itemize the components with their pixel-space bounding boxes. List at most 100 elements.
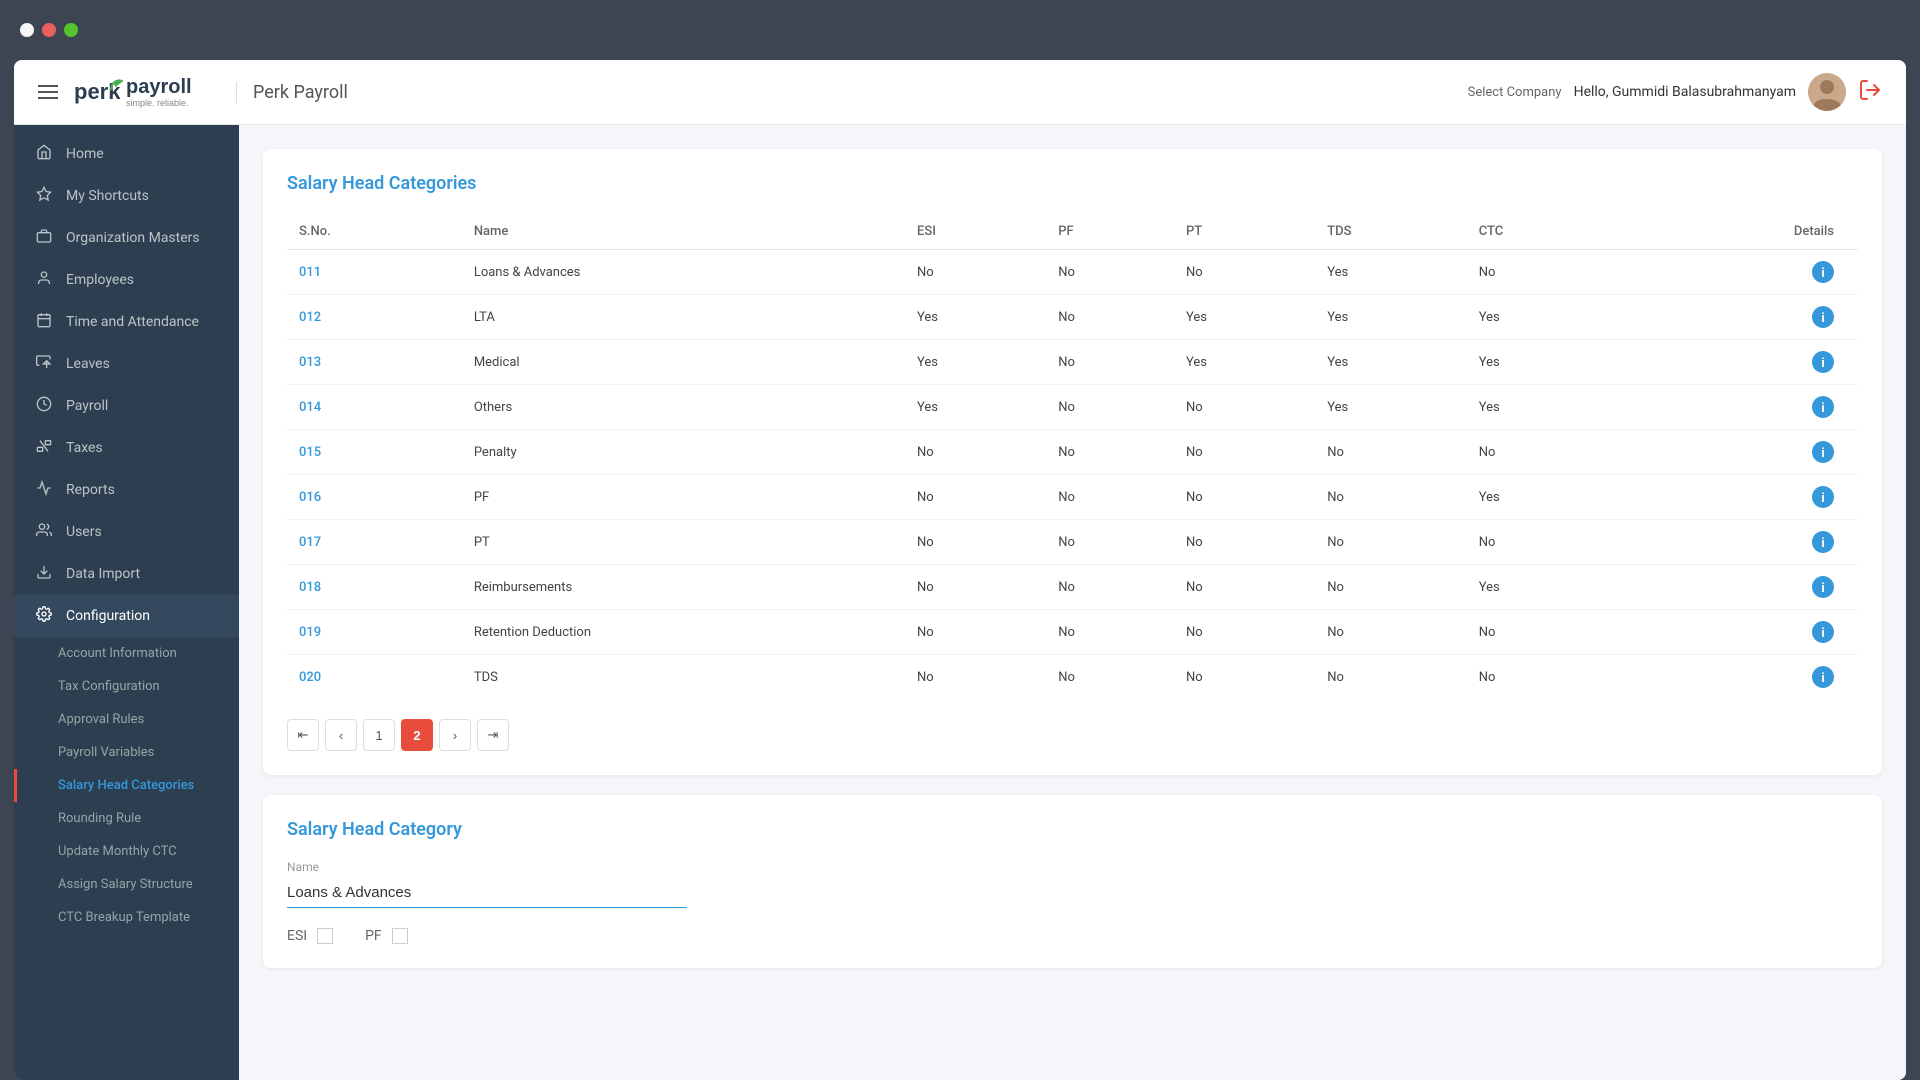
cell-pf: No bbox=[1046, 610, 1174, 655]
cell-sno: 017 bbox=[287, 520, 462, 565]
sub-item-salary-head-categories[interactable]: Salary Head Categories bbox=[14, 769, 239, 802]
sub-item-approval-rules-label: Approval Rules bbox=[58, 712, 144, 727]
taxes-icon bbox=[34, 438, 54, 458]
app-header: perk payroll simple. reliable. Perk Payr… bbox=[14, 60, 1906, 125]
minimize-window-button[interactable] bbox=[42, 23, 56, 37]
sidebar-item-payroll[interactable]: Payroll bbox=[14, 385, 239, 427]
main-content: Salary Head Categories S.No. Name ESI PF… bbox=[239, 125, 1906, 1080]
sidebar-item-taxes[interactable]: Taxes bbox=[14, 427, 239, 469]
shortcuts-icon bbox=[34, 186, 54, 206]
users-icon bbox=[34, 522, 54, 542]
sidebar-item-shortcuts[interactable]: My Shortcuts bbox=[14, 175, 239, 217]
sub-item-update-monthly-ctc[interactable]: Update Monthly CTC bbox=[14, 835, 239, 868]
details-info-button[interactable]: i bbox=[1812, 351, 1834, 373]
sidebar-item-reports-label: Reports bbox=[66, 482, 115, 498]
cell-pf: No bbox=[1046, 385, 1174, 430]
table-row: 018 Reimbursements No No No No Yes i bbox=[287, 565, 1858, 610]
maximize-window-button[interactable] bbox=[64, 23, 78, 37]
cell-ctc: Yes bbox=[1467, 475, 1619, 520]
sidebar-item-home[interactable]: Home bbox=[14, 133, 239, 175]
details-info-button[interactable]: i bbox=[1812, 261, 1834, 283]
cell-esi: No bbox=[905, 520, 1046, 565]
hamburger-menu[interactable] bbox=[38, 85, 58, 99]
sidebar-item-reports[interactable]: Reports bbox=[14, 469, 239, 511]
sidebar-item-leaves[interactable]: Leaves bbox=[14, 343, 239, 385]
cell-pf: No bbox=[1046, 295, 1174, 340]
cell-details: i bbox=[1619, 250, 1858, 295]
cell-pf: No bbox=[1046, 250, 1174, 295]
sidebar-item-configuration[interactable]: Configuration bbox=[14, 595, 239, 637]
sub-item-tax-config[interactable]: Tax Configuration bbox=[14, 670, 239, 703]
cell-tds: No bbox=[1315, 610, 1467, 655]
cell-sno: 018 bbox=[287, 565, 462, 610]
sidebar-item-users[interactable]: Users bbox=[14, 511, 239, 553]
cell-pt: No bbox=[1174, 430, 1315, 475]
table-row: 014 Others Yes No No Yes Yes i bbox=[287, 385, 1858, 430]
cell-pf: No bbox=[1046, 430, 1174, 475]
last-page-button[interactable]: ⇥ bbox=[477, 719, 509, 751]
cell-esi: No bbox=[905, 430, 1046, 475]
cell-pf: No bbox=[1046, 520, 1174, 565]
cell-sno: 014 bbox=[287, 385, 462, 430]
sub-item-approval-rules[interactable]: Approval Rules bbox=[14, 703, 239, 736]
table-row: 013 Medical Yes No Yes Yes Yes i bbox=[287, 340, 1858, 385]
sub-item-payroll-variables[interactable]: Payroll Variables bbox=[14, 736, 239, 769]
first-page-button[interactable]: ⇤ bbox=[287, 719, 319, 751]
cell-details: i bbox=[1619, 655, 1858, 700]
cell-sno: 011 bbox=[287, 250, 462, 295]
cell-pt: No bbox=[1174, 250, 1315, 295]
pf-checkbox[interactable] bbox=[392, 928, 408, 944]
sidebar-item-data-import[interactable]: Data Import bbox=[14, 553, 239, 595]
payroll-icon bbox=[34, 396, 54, 416]
next-page-button[interactable]: › bbox=[439, 719, 471, 751]
sidebar-item-employees-label: Employees bbox=[66, 272, 134, 288]
avatar[interactable] bbox=[1808, 73, 1846, 111]
name-label: Name bbox=[287, 860, 1858, 874]
app-container: perk payroll simple. reliable. Perk Payr… bbox=[14, 60, 1906, 1080]
details-info-button[interactable]: i bbox=[1812, 531, 1834, 553]
details-info-button[interactable]: i bbox=[1812, 666, 1834, 688]
select-company-label[interactable]: Select Company bbox=[1468, 85, 1562, 100]
cell-pf: No bbox=[1046, 565, 1174, 610]
cell-details: i bbox=[1619, 565, 1858, 610]
sidebar-item-org-masters[interactable]: Organization Masters bbox=[14, 217, 239, 259]
sub-item-rounding-rule[interactable]: Rounding Rule bbox=[14, 802, 239, 835]
details-info-button[interactable]: i bbox=[1812, 621, 1834, 643]
title-bar bbox=[0, 0, 1920, 60]
details-info-button[interactable]: i bbox=[1812, 486, 1834, 508]
cell-esi: Yes bbox=[905, 385, 1046, 430]
page-2-button[interactable]: 2 bbox=[401, 719, 433, 751]
cell-name: Reimbursements bbox=[462, 565, 905, 610]
col-header-sno: S.No. bbox=[287, 214, 462, 250]
esi-checkbox[interactable] bbox=[317, 928, 333, 944]
details-info-button[interactable]: i bbox=[1812, 306, 1834, 328]
cell-name: Loans & Advances bbox=[462, 250, 905, 295]
details-info-button[interactable]: i bbox=[1812, 396, 1834, 418]
cell-pt: No bbox=[1174, 520, 1315, 565]
esi-field: ESI bbox=[287, 928, 333, 944]
cell-ctc: No bbox=[1467, 430, 1619, 475]
prev-page-button[interactable]: ‹ bbox=[325, 719, 357, 751]
sub-item-ctc-breakup-template[interactable]: CTC Breakup Template bbox=[14, 901, 239, 934]
form-section: Name bbox=[287, 860, 1858, 908]
app-body: Home My Shortcuts Organization Masters E… bbox=[14, 125, 1906, 1080]
sub-item-account-info[interactable]: Account Information bbox=[14, 637, 239, 670]
table-row: 017 PT No No No No No i bbox=[287, 520, 1858, 565]
table-row: 020 TDS No No No No No i bbox=[287, 655, 1858, 700]
logout-button[interactable] bbox=[1858, 78, 1882, 107]
sidebar-item-time-attendance[interactable]: Time and Attendance bbox=[14, 301, 239, 343]
col-header-esi: ESI bbox=[905, 214, 1046, 250]
sidebar-item-employees[interactable]: Employees bbox=[14, 259, 239, 301]
close-window-button[interactable] bbox=[20, 23, 34, 37]
header-right: Select Company Hello, Gummidi Balasubrah… bbox=[1468, 73, 1882, 111]
sub-item-assign-salary-structure[interactable]: Assign Salary Structure bbox=[14, 868, 239, 901]
details-info-button[interactable]: i bbox=[1812, 576, 1834, 598]
page-1-button[interactable]: 1 bbox=[363, 719, 395, 751]
org-masters-icon bbox=[34, 228, 54, 248]
details-info-button[interactable]: i bbox=[1812, 441, 1834, 463]
col-header-name: Name bbox=[462, 214, 905, 250]
cell-pt: No bbox=[1174, 385, 1315, 430]
name-input[interactable] bbox=[287, 878, 687, 908]
sidebar-item-taxes-label: Taxes bbox=[66, 440, 103, 456]
sub-item-rounding-rule-label: Rounding Rule bbox=[58, 811, 141, 826]
